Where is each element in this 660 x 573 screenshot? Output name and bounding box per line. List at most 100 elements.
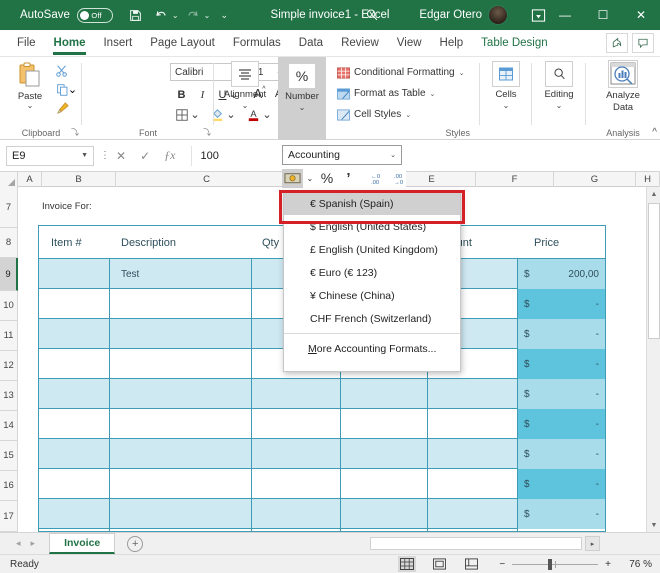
close-button[interactable]: ✕	[622, 0, 660, 30]
formula-input[interactable]: 100	[191, 145, 660, 166]
zoom-level[interactable]: 76 %	[618, 559, 652, 570]
table-row[interactable]: $ -	[39, 379, 605, 409]
menu-item-3[interactable]: € Euro (€ 123)	[284, 261, 460, 284]
select-all-corner[interactable]	[0, 172, 18, 187]
column-header-g[interactable]: G	[554, 172, 636, 187]
menu-item-more-accounting-formats[interactable]: More Accounting Formats...	[284, 337, 460, 360]
menu-item-4[interactable]: ¥ Chinese (China)	[284, 284, 460, 307]
enter-formula-icon[interactable]: ✓	[140, 149, 150, 163]
row-header-16[interactable]: 16	[0, 471, 18, 501]
column-header-f[interactable]: F	[476, 172, 554, 187]
search-icon[interactable]	[362, 6, 382, 24]
clipboard-dialog-launcher[interactable]: ⤵	[71, 127, 79, 138]
tab-insert[interactable]: Insert	[94, 30, 141, 57]
vertical-scroll-thumb[interactable]	[648, 203, 660, 339]
table-row[interactable]: $ -	[39, 469, 605, 499]
font-dialog-launcher[interactable]: ⤵	[203, 127, 211, 138]
tab-help[interactable]: Help	[431, 30, 473, 57]
row-header-9[interactable]: 9	[0, 258, 18, 291]
row-header-10[interactable]: 10	[0, 291, 18, 321]
zoom-in-button[interactable]: +	[605, 559, 611, 570]
avatar[interactable]	[488, 5, 508, 25]
row-header-15[interactable]: 15	[0, 441, 18, 471]
tab-table-design[interactable]: Table Design	[472, 30, 556, 57]
undo-icon[interactable]	[150, 4, 172, 26]
customize-quick-access-icon[interactable]: ⌄	[213, 4, 235, 26]
analyze-data-button[interactable]: Analyze Data	[598, 60, 648, 120]
prev-sheet-icon[interactable]: ◂	[16, 538, 21, 549]
percent-style-icon[interactable]: %	[316, 169, 337, 188]
vertical-scrollbar[interactable]: ▲ ▼	[646, 187, 660, 532]
column-header-b[interactable]: B	[42, 172, 116, 187]
ribbon-display-options-icon[interactable]	[528, 5, 548, 25]
menu-item-1[interactable]: $ English (United States)	[284, 215, 460, 238]
zoom-slider-thumb[interactable]	[548, 558, 553, 570]
table-row[interactable]: $ -	[39, 439, 605, 469]
row-header-12[interactable]: 12	[0, 351, 18, 381]
accounting-dropdown-caret[interactable]: ⌄	[303, 169, 316, 188]
number-format-combo[interactable]: Accounting ⌄	[282, 145, 402, 165]
column-header-c[interactable]: C	[116, 172, 298, 187]
page-layout-view-icon[interactable]	[430, 556, 448, 572]
cell-styles-button[interactable]: Cell Styles ⌄	[336, 106, 411, 123]
scroll-right-icon[interactable]: ▸	[585, 536, 600, 551]
menu-item-5[interactable]: CHF French (Switzerland)	[284, 307, 460, 330]
tab-file[interactable]: File	[8, 30, 45, 57]
undo-dropdown-caret[interactable]: ⌄	[172, 11, 179, 20]
chevron-down-icon[interactable]: ⌄	[459, 69, 465, 77]
horizontal-scrollbar[interactable]	[370, 537, 582, 550]
table-row[interactable]: $ -	[39, 499, 605, 529]
cancel-formula-icon[interactable]: ✕	[116, 149, 126, 163]
save-icon[interactable]	[125, 4, 147, 26]
paste-button[interactable]: Paste ⌄	[8, 62, 52, 120]
copy-dropdown-caret[interactable]: ⌄	[68, 81, 77, 98]
row-header-8[interactable]: 8	[0, 228, 18, 258]
scissors-icon[interactable]	[52, 62, 72, 79]
bold-button[interactable]: B	[172, 85, 191, 104]
chevron-down-icon[interactable]: ⌄	[390, 151, 396, 159]
column-header-a[interactable]: A	[18, 172, 42, 187]
tab-review[interactable]: Review	[332, 30, 388, 57]
normal-view-icon[interactable]	[398, 556, 416, 572]
accounting-number-format-icon[interactable]	[282, 168, 304, 188]
menu-item-0[interactable]: € Spanish (Spain)	[284, 192, 460, 215]
decrease-decimal-icon[interactable]: ←0.00	[359, 169, 382, 188]
tab-view[interactable]: View	[388, 30, 431, 57]
redo-dropdown-caret[interactable]: ⌄	[204, 11, 211, 20]
add-sheet-button[interactable]: +	[127, 535, 144, 552]
row-header-14[interactable]: 14	[0, 411, 18, 441]
alignment-button[interactable]: Alignment ⌄	[221, 61, 269, 121]
tab-data[interactable]: Data	[290, 30, 332, 57]
comments-icon[interactable]	[632, 33, 654, 53]
row-header-11[interactable]: 11	[0, 321, 18, 351]
format-as-table-button[interactable]: Format as Table ⌄	[336, 85, 435, 102]
sheet-tab-invoice[interactable]: Invoice	[49, 533, 116, 554]
format-painter-icon[interactable]	[52, 100, 72, 117]
minimize-button[interactable]: —	[546, 0, 584, 30]
chevron-down-icon[interactable]: ▼	[81, 152, 88, 159]
menu-item-2[interactable]: £ English (United Kingdom)	[284, 238, 460, 261]
row-header-13[interactable]: 13	[0, 381, 18, 411]
more-options-icon[interactable]: ⋮	[100, 150, 110, 161]
chevron-down-icon[interactable]: ⌄	[405, 111, 411, 119]
editing-button[interactable]: Editing ⌄	[535, 61, 583, 121]
borders-dropdown-caret[interactable]: ⌄	[190, 105, 200, 124]
comma-style-icon[interactable]: ’	[338, 169, 359, 188]
alignment-dropdown-caret[interactable]: ⌄	[242, 102, 249, 110]
tab-formulas[interactable]: Formulas	[224, 30, 290, 57]
scroll-down-icon[interactable]: ▼	[647, 518, 660, 532]
number-button[interactable]: % Number ⌄	[278, 57, 326, 140]
borders-icon[interactable]	[172, 105, 191, 124]
table-row[interactable]: $ -	[39, 409, 605, 439]
accounting-format-dropdown[interactable]: € Spanish (Spain) $ English (United State…	[283, 191, 461, 372]
column-header-h[interactable]: H	[636, 172, 660, 187]
share-icon[interactable]	[606, 33, 628, 53]
user-account[interactable]: Edgar Otero	[419, 0, 508, 30]
row-header-7[interactable]: 7	[0, 187, 18, 228]
redo-icon[interactable]	[182, 4, 204, 26]
tab-page-layout[interactable]: Page Layout	[141, 30, 224, 57]
paste-dropdown-caret[interactable]: ⌄	[27, 102, 34, 110]
name-box[interactable]: E9 ▼	[6, 145, 94, 166]
italic-button[interactable]: I	[193, 85, 212, 104]
page-break-preview-icon[interactable]	[462, 556, 480, 572]
